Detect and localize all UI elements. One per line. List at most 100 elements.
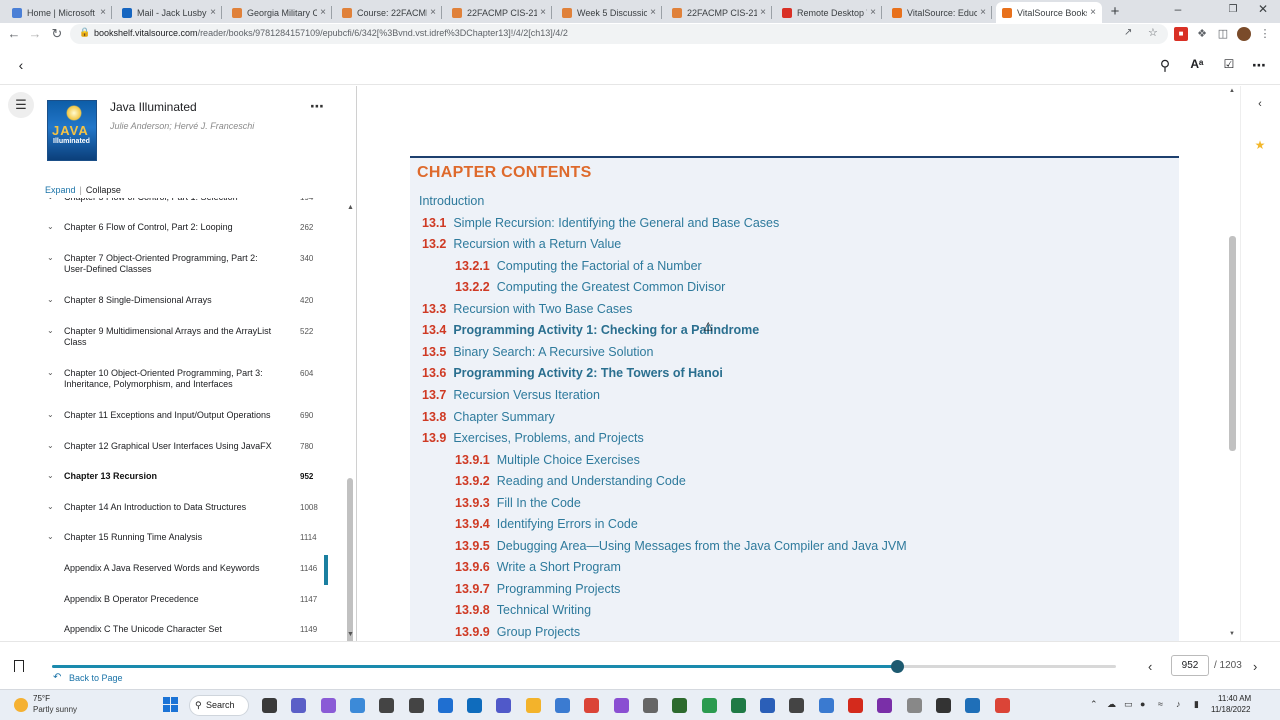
media-icon[interactable] — [906, 698, 922, 713]
back-to-page-link[interactable]: Back to Page — [69, 673, 123, 683]
browser-forward-icon[interactable]: → — [27, 26, 43, 42]
tray-battery-icon[interactable]: ▮ — [1194, 699, 1199, 710]
notes-checklist-icon[interactable]: ☑ — [1220, 57, 1238, 71]
browser-tab[interactable]: VitalSource: Educa × — [886, 2, 992, 23]
excel-icon[interactable] — [730, 698, 746, 713]
vscode-icon[interactable] — [965, 698, 981, 713]
weather-temperature[interactable]: 75°F — [33, 694, 50, 703]
tab-close-icon[interactable]: × — [100, 7, 106, 18]
progress-slider-handle[interactable] — [891, 660, 904, 673]
contents-entry[interactable]: 13.9.1 Multiple Choice Exercises — [455, 453, 640, 467]
search-icon[interactable]: ⚲ — [1156, 57, 1174, 74]
share-icon[interactable]: ↗ — [1124, 27, 1132, 38]
collapse-link[interactable]: Collapse — [86, 185, 121, 195]
new-tab-button[interactable]: + — [1106, 3, 1124, 21]
7zip-icon[interactable] — [935, 698, 951, 713]
profile-avatar[interactable] — [1237, 27, 1251, 41]
tray-wifi-icon[interactable]: ≈ — [1158, 699, 1163, 709]
task-view-icon[interactable] — [262, 698, 277, 713]
alien-app-icon[interactable] — [379, 698, 395, 713]
start-menu-icon[interactable] — [163, 697, 179, 713]
toc-scroll-up-icon[interactable]: ▲ — [347, 204, 354, 211]
browser-tab[interactable]: Home | Microsoft 3 × — [6, 2, 112, 23]
book-more-icon[interactable]: ⋯ — [310, 98, 325, 115]
previous-page-icon[interactable]: ‹ — [1148, 659, 1152, 674]
browser-tab[interactable]: 22FACMP CIS-211 × — [446, 2, 552, 23]
chat-icon[interactable] — [291, 698, 307, 713]
chevron-down-icon[interactable]: ⌄ — [47, 502, 54, 511]
chevron-down-icon[interactable]: ⌄ — [47, 222, 54, 231]
url-bar[interactable]: 🔒 bookshelf.vitalsource.com/reader/books… — [70, 24, 1168, 44]
contents-entry[interactable]: Introduction — [419, 194, 484, 208]
browser-tab[interactable]: Remote Desktop W× — [776, 2, 882, 23]
favorite-star-icon[interactable]: ★ — [1254, 138, 1266, 152]
contents-entry[interactable]: 13.2 Recursion with a Return Value — [422, 237, 621, 251]
tab-close-icon[interactable]: × — [430, 7, 436, 18]
contents-entry[interactable]: 13.2.1 Computing the Factorial of a Numbe… — [455, 259, 702, 273]
contents-entry[interactable]: 13.9.2 Reading and Understanding Code — [455, 474, 686, 488]
tray-cloud-icon[interactable]: ☁ — [1107, 699, 1116, 710]
tray-network-icon[interactable]: ▭ — [1124, 699, 1133, 710]
notepad-icon[interactable] — [555, 698, 570, 713]
paint-icon[interactable] — [818, 698, 834, 713]
tray-mic-icon[interactable]: ● — [1140, 699, 1145, 709]
browser-tab[interactable]: VitalSource Books × — [996, 2, 1102, 23]
contents-entry[interactable]: 13.9.4 Identifying Errors in Code — [455, 517, 638, 531]
app-icon[interactable] — [642, 698, 658, 713]
weather-description[interactable]: Partly sunny — [33, 705, 77, 714]
contents-entry[interactable]: 13.9.6 Write a Short Program — [455, 560, 621, 574]
text-size-icon[interactable]: Aᵃ — [1188, 57, 1206, 71]
tab-close-icon[interactable]: × — [760, 7, 766, 18]
outlook-icon[interactable] — [467, 698, 483, 713]
spotify-icon[interactable] — [701, 698, 717, 713]
tab-close-icon[interactable]: × — [980, 7, 986, 18]
chevron-down-icon[interactable]: ⌄ — [47, 326, 54, 335]
back-arrow-icon[interactable]: ↶ — [53, 672, 61, 683]
content-scroll-up-icon[interactable]: ▲ — [1229, 88, 1235, 94]
browser-back-icon[interactable]: ← — [6, 26, 22, 42]
tab-close-icon[interactable]: × — [1090, 7, 1096, 18]
content-scroll-down-icon[interactable]: ▼ — [1229, 631, 1235, 637]
browser-tab[interactable]: 22FACMP CIS-211 × — [666, 2, 772, 23]
chevron-down-icon[interactable]: ⌄ — [47, 410, 54, 419]
window-minimize-icon[interactable]: – — [1168, 2, 1188, 16]
store-icon[interactable] — [437, 698, 453, 713]
onenote-icon[interactable] — [877, 698, 893, 713]
visual-studio-icon[interactable] — [613, 698, 629, 713]
contents-entry[interactable]: 13.9.7 Programming Projects — [455, 582, 620, 596]
taskbar-search[interactable]: ⚲ Search — [189, 695, 249, 716]
calculator-icon[interactable] — [789, 698, 805, 713]
contents-entry[interactable]: 13.5 Binary Search: A Recursive Solution — [422, 345, 653, 359]
chevron-down-icon[interactable]: ⌄ — [47, 471, 54, 480]
weather-sun-icon[interactable] — [14, 698, 28, 712]
word-icon[interactable] — [760, 698, 776, 713]
chevron-down-icon[interactable]: ⌄ — [47, 253, 54, 262]
browser-menu-icon[interactable]: ⋮ — [1258, 27, 1272, 41]
browser-tab[interactable]: Mail - Jack Lusby - × — [116, 2, 222, 23]
chevron-down-icon[interactable]: ⌄ — [47, 368, 54, 377]
page-number-input[interactable]: 952 — [1171, 655, 1209, 676]
contents-entry[interactable]: 13.7 Recursion Versus Iteration — [422, 388, 600, 402]
contents-entry[interactable]: 13.2.2 Computing the Greatest Common Divi… — [455, 280, 725, 294]
tab-close-icon[interactable]: × — [210, 7, 216, 18]
terminal-icon[interactable] — [672, 698, 688, 713]
bookmark-star-icon[interactable]: ☆ — [1148, 26, 1158, 39]
contents-entry[interactable]: 13.9.3 Fill In the Code — [455, 496, 581, 510]
alien-app-2-icon[interactable] — [408, 698, 424, 713]
contents-entry[interactable]: 13.9 Exercises, Problems, and Projects — [422, 431, 644, 445]
next-page-icon[interactable]: › — [1253, 659, 1257, 674]
reload-icon[interactable]: ↻ — [49, 26, 65, 42]
tab-close-icon[interactable]: × — [650, 7, 656, 18]
teams-icon[interactable] — [496, 698, 512, 713]
tab-close-icon[interactable]: × — [540, 7, 546, 18]
tray-chevron-icon[interactable]: ⌃ — [1090, 699, 1098, 710]
window-close-icon[interactable]: ✕ — [1253, 2, 1273, 16]
browser-tab[interactable]: Week 5 Discussion × — [556, 2, 662, 23]
browser-tab[interactable]: Course: 22FACMP × — [336, 2, 442, 23]
clock-time[interactable]: 11:40 AM — [1218, 694, 1251, 703]
contents-entry[interactable]: 13.8 Chapter Summary — [422, 410, 555, 424]
chrome-icon[interactable] — [584, 698, 600, 713]
photos-icon[interactable] — [349, 698, 365, 713]
tray-volume-icon[interactable]: ♪ — [1176, 699, 1181, 709]
snipping-icon[interactable] — [320, 698, 336, 713]
